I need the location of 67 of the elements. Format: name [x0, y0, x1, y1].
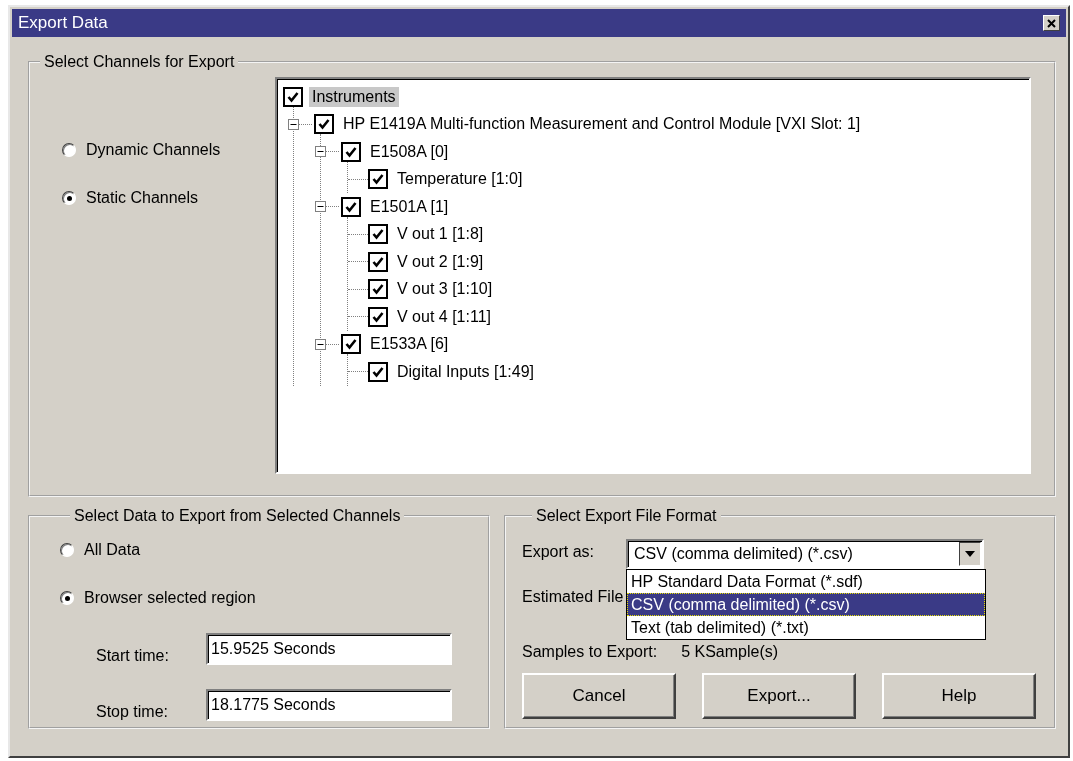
tree-item[interactable]: V out 1 [1:8] — [394, 224, 487, 245]
group-title: Select Channels for Export — [43, 53, 236, 71]
radio-button[interactable] — [60, 591, 74, 605]
check-icon — [344, 337, 358, 352]
check-icon — [371, 254, 385, 269]
radio-label[interactable]: Browser selected region — [84, 589, 256, 607]
checkbox[interactable] — [314, 114, 334, 135]
radio-label[interactable]: Static Channels — [86, 189, 199, 207]
group-title: Select Data to Export from Selected Channels — [73, 507, 402, 525]
checkbox[interactable] — [341, 334, 361, 355]
collapse-icon[interactable] — [315, 338, 326, 350]
checkbox[interactable] — [368, 306, 388, 327]
checkbox[interactable] — [368, 279, 388, 300]
checkbox[interactable] — [368, 361, 388, 382]
checkbox[interactable] — [341, 141, 361, 162]
caret-icon — [965, 551, 976, 557]
radio-button[interactable] — [60, 543, 74, 557]
collapse-icon[interactable] — [315, 146, 326, 158]
field-label: Estimated File — [522, 587, 624, 607]
group-title: Select Export File Format — [535, 507, 718, 525]
input-field[interactable]: 18.1775 Seconds — [206, 689, 452, 721]
dropdown-button[interactable] — [959, 542, 982, 566]
field-label: Stop time: — [96, 703, 170, 721]
check-icon — [371, 309, 385, 324]
window-title: Export Data — [18, 13, 108, 33]
check-icon — [371, 282, 385, 297]
tree-item[interactable]: V out 2 [1:9] — [394, 251, 487, 272]
input-field[interactable]: 15.9525 Seconds — [206, 633, 452, 665]
tree-item[interactable]: E1508A [0] — [367, 141, 452, 162]
checkbox[interactable] — [368, 169, 388, 190]
tree-item[interactable]: Instruments — [309, 86, 399, 107]
radio-button[interactable] — [62, 191, 76, 205]
check-icon — [344, 144, 358, 159]
radio-label[interactable]: Dynamic Channels — [86, 141, 221, 159]
check-icon — [344, 199, 358, 214]
tree-item[interactable]: V out 4 [1:11] — [394, 306, 494, 327]
field-label: Samples to Export: — [522, 643, 658, 662]
collapse-icon[interactable] — [315, 201, 326, 213]
collapse-icon[interactable] — [288, 118, 299, 130]
checkbox[interactable] — [368, 224, 388, 245]
check-icon — [286, 89, 300, 104]
radio-label[interactable]: All Data — [84, 541, 141, 559]
close-icon — [1047, 18, 1056, 28]
field-value: 5 KSample(s) — [681, 643, 779, 662]
checkbox[interactable] — [341, 196, 361, 217]
help-button[interactable]: Help — [882, 673, 1036, 719]
dropdown-option[interactable]: HP Standard Data Format (*.sdf) — [627, 570, 986, 593]
cancel-button[interactable]: Cancel — [522, 673, 676, 719]
tree-item[interactable]: V out 3 [1:10] — [394, 279, 496, 300]
check-icon — [371, 227, 385, 242]
export-button[interactable]: Export... — [702, 673, 856, 719]
radio-button[interactable] — [62, 143, 76, 157]
tree-item[interactable]: E1533A [6] — [367, 334, 452, 355]
check-icon — [371, 172, 385, 187]
checkbox[interactable] — [283, 86, 303, 107]
field-label: Export as: — [522, 543, 595, 561]
tree-item[interactable]: E1501A [1] — [367, 196, 452, 217]
dropdown-option[interactable]: CSV (comma delimited) (*.csv) — [627, 593, 986, 616]
close-button[interactable] — [1043, 15, 1060, 31]
tree-item[interactable]: Temperature [1:0] — [394, 169, 526, 190]
checkbox[interactable] — [368, 251, 388, 272]
field-label: Start time: — [96, 647, 170, 665]
check-icon — [317, 117, 331, 132]
dropdown-option[interactable]: Text (tab delimited) (*.txt) — [627, 616, 986, 639]
tree-item[interactable]: Digital Inputs [1:49] — [394, 361, 537, 382]
check-icon — [371, 364, 385, 379]
tree-item[interactable]: HP E1419A Multi-function Measurement and Control Module [VXI Slot: 1] — [340, 114, 864, 135]
